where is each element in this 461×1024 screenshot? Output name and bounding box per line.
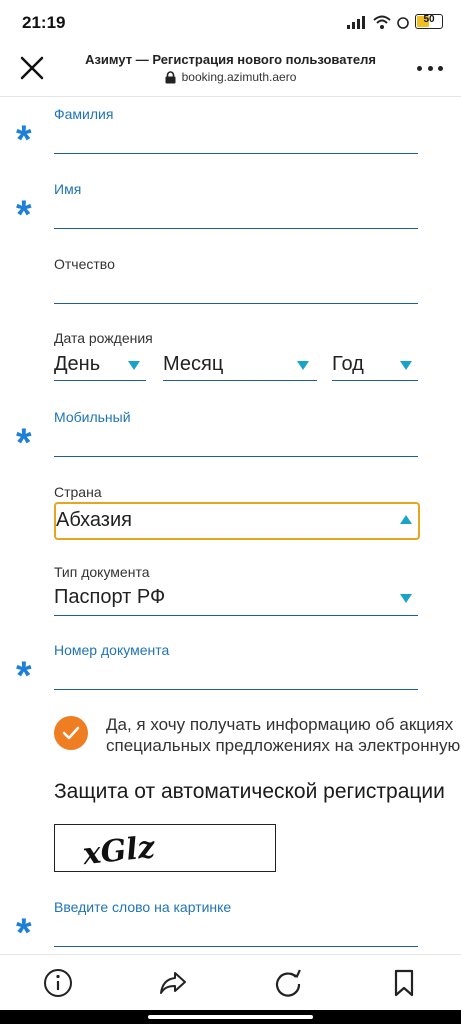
url-text: booking.azimuth.aero bbox=[181, 70, 297, 84]
alarm-icon bbox=[397, 16, 409, 29]
chevron-up-icon bbox=[400, 515, 412, 524]
patronymic-underline bbox=[54, 303, 418, 304]
lock-icon bbox=[165, 70, 176, 83]
doctype-value: Паспорт РФ bbox=[54, 586, 166, 608]
country-label: Страна bbox=[54, 484, 102, 500]
captcha-glyphs: xGlz bbox=[80, 830, 157, 873]
share-icon[interactable] bbox=[157, 967, 189, 999]
signal-icon bbox=[347, 15, 365, 29]
browser-header: Азимут — Регистрация нового пользователя… bbox=[0, 44, 461, 97]
battery-level: 50 bbox=[423, 14, 435, 25]
captcha-input-label: Введите слово на картинке bbox=[54, 899, 232, 915]
home-indicator[interactable] bbox=[148, 1015, 313, 1019]
checkmark-icon bbox=[62, 726, 80, 740]
required-mark: * bbox=[16, 193, 32, 237]
name-underline bbox=[54, 228, 418, 229]
required-mark: * bbox=[16, 118, 32, 162]
required-mark: * bbox=[16, 911, 32, 955]
captcha-text: xGlz bbox=[80, 830, 157, 871]
captcha-underline bbox=[54, 946, 418, 947]
home-indicator-bar bbox=[0, 1010, 461, 1024]
chevron-down-icon bbox=[128, 361, 140, 370]
status-time: 21:19 bbox=[22, 13, 66, 32]
dot bbox=[427, 65, 433, 71]
consent-line: Да, я хочу получать информацию об акциях bbox=[106, 715, 454, 734]
name-field[interactable]: Имя bbox=[54, 181, 418, 231]
surname-underline bbox=[54, 153, 418, 154]
month-select[interactable]: Месяц bbox=[163, 350, 317, 382]
country-value: Абхазия bbox=[56, 509, 132, 531]
bookmark-icon[interactable] bbox=[388, 967, 420, 999]
doctype-underline bbox=[54, 615, 418, 616]
consent-line: специальных предложениях на электронную bbox=[106, 736, 461, 755]
wifi-icon bbox=[373, 15, 391, 29]
docnum-underline bbox=[54, 689, 418, 690]
name-label: Имя bbox=[54, 181, 82, 197]
consent-text: Да, я хочу получать информацию об акциях… bbox=[106, 714, 461, 756]
day-underline bbox=[54, 380, 146, 381]
captcha-title: Защита от автоматической регистрации bbox=[54, 780, 445, 803]
month-underline bbox=[163, 380, 317, 381]
page-title: Азимут — Регистрация нового пользователя bbox=[85, 52, 376, 67]
required-mark: * bbox=[16, 421, 32, 465]
docnum-label: Номер документа bbox=[54, 642, 170, 658]
status-bar: 21:19 50 bbox=[0, 0, 461, 44]
patronymic-field[interactable]: Отчество bbox=[54, 256, 418, 306]
bottom-toolbar bbox=[0, 954, 461, 1011]
mobile-field[interactable]: Мобильный bbox=[54, 409, 418, 459]
day-value: День bbox=[54, 353, 101, 375]
refresh-icon[interactable] bbox=[272, 967, 304, 999]
year-select[interactable]: Год bbox=[332, 350, 418, 382]
day-select[interactable]: День bbox=[54, 350, 146, 382]
mobile-underline bbox=[54, 456, 418, 457]
docnum-field[interactable]: Номер документа bbox=[54, 642, 418, 692]
month-value: Месяц bbox=[163, 353, 224, 375]
country-select[interactable]: Абхазия bbox=[54, 502, 420, 540]
captcha-image: xGlz bbox=[54, 824, 276, 872]
country-label-wrap: Страна bbox=[54, 484, 418, 504]
chevron-down-icon bbox=[400, 361, 412, 370]
consent-checkbox[interactable] bbox=[54, 716, 88, 750]
doctype-select[interactable]: Тип документа Паспорт РФ bbox=[54, 564, 418, 618]
close-icon[interactable] bbox=[18, 54, 46, 82]
battery-icon: 50 bbox=[415, 14, 443, 29]
birthdate-label: Дата рождения bbox=[54, 330, 153, 346]
page-url: booking.azimuth.aero bbox=[70, 70, 391, 84]
required-mark: * bbox=[16, 654, 32, 698]
chevron-down-icon bbox=[400, 594, 412, 603]
captcha-input-field[interactable]: Введите слово на картинке bbox=[54, 899, 418, 949]
chevron-down-icon bbox=[297, 361, 309, 370]
mobile-label: Мобильный bbox=[54, 409, 131, 425]
surname-label: Фамилия bbox=[54, 106, 114, 122]
info-icon[interactable] bbox=[42, 967, 74, 999]
dot bbox=[438, 65, 443, 71]
year-value: Год bbox=[332, 353, 364, 375]
doctype-label: Тип документа bbox=[54, 564, 150, 580]
patronymic-label: Отчество bbox=[54, 256, 115, 272]
dot bbox=[417, 65, 422, 71]
status-icons: 50 bbox=[347, 14, 443, 29]
year-underline bbox=[332, 380, 418, 381]
more-options-button[interactable] bbox=[417, 56, 443, 80]
surname-field[interactable]: Фамилия bbox=[54, 106, 418, 156]
